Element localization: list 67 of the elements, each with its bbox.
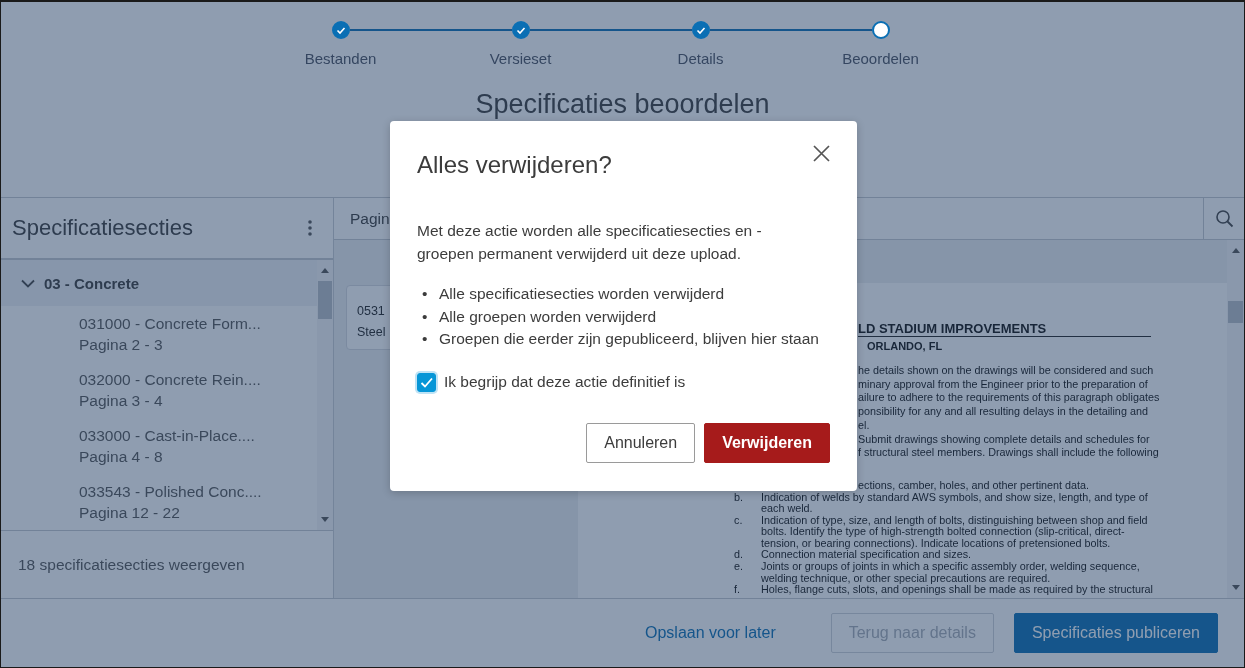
step-label: Beoordelen <box>842 50 919 67</box>
document-text: welding technique, or other special precautions are required. <box>761 572 1051 585</box>
document-subheading: ORLANDO, FL <box>867 340 944 352</box>
document-text: ponsibility for any and all resulting delays in the detailing and <box>858 405 1148 419</box>
publish-button[interactable]: Specificaties publiceren <box>1013 613 1218 653</box>
list-marker: e. <box>734 561 744 573</box>
close-icon <box>813 145 830 162</box>
step-label: Versieset <box>489 50 552 67</box>
document-text: tension, or bearing connections). Indicate locations of pretensioned bolts. <box>761 537 1111 550</box>
dialog-title: Alles verwijderen? <box>417 151 612 179</box>
search-icon <box>1214 209 1234 228</box>
document-text: Joints or groups of joints in which a specific assembly order, welding sequence, <box>761 561 1140 573</box>
list-marker: f. <box>734 584 741 596</box>
cancel-button[interactable]: Annuleren <box>586 422 696 463</box>
document-text: Connection material specification and sizes. <box>761 549 972 562</box>
bullet-marker: • <box>422 284 429 304</box>
document-text: ailure to adhere to the requirements of this paragraph obligates <box>858 391 1160 406</box>
check-icon <box>515 25 526 35</box>
document-text: f structural steel members. Drawings shall include the following <box>858 446 1159 460</box>
page-filter-label: Pagin <box>350 209 390 228</box>
bullet-text: Alle groepen worden verwijderd <box>439 306 657 327</box>
check-icon <box>335 25 346 35</box>
section-title[interactable]: 031000 - Concrete Form... <box>79 313 317 334</box>
list-marker: c. <box>734 514 744 527</box>
section-title[interactable]: 033543 - Polished Conc.... <box>79 481 317 502</box>
step-label: Details <box>677 50 724 67</box>
dialog-message: Met deze actie worden alle specificatiesecties en - groepen permanent verwijderd uit deze upload. <box>417 221 763 264</box>
more-options-icon[interactable] <box>307 219 313 237</box>
step-label: Bestanden <box>304 50 377 67</box>
document-text: Indication of welds by standard AWS symbols, and show size, length, and type of <box>761 491 1148 504</box>
checkbox-label[interactable]: Ik begrijp dat deze actie definitief is <box>444 373 686 391</box>
chevron-icon[interactable] <box>21 278 35 288</box>
section-title[interactable]: 033000 - Cast-in-Place.... <box>79 425 317 446</box>
section-pages: Pagina 3 - 4 <box>79 391 164 411</box>
document-text: el. <box>858 418 870 433</box>
checkbox[interactable] <box>417 372 436 392</box>
scrollbar[interactable] <box>1227 240 1244 598</box>
section-name: Steel <box>357 324 386 341</box>
bullet-marker: • <box>422 306 429 327</box>
document-text: each weld. <box>761 503 813 515</box>
document-text: bolts. Identify the type of high-strength bolted connection (slip-critical, direct- <box>761 526 1125 538</box>
section-pages: Pagina 4 - 8 <box>79 447 164 467</box>
tree-group-row[interactable]: 03 - Concrete <box>1 260 317 306</box>
bullet-text: Groepen die eerder zijn gepubliceerd, blijven hier staan <box>439 329 819 349</box>
document-text: Indication of type, size, and length of bolts, distinguishing between shop and field <box>761 514 1148 527</box>
delete-button[interactable]: Verwijderen <box>704 422 830 463</box>
scrollbar[interactable] <box>317 260 333 530</box>
list-marker: d. <box>734 549 744 562</box>
document-text: minary approval from the Engineer prior to the preparation of <box>858 377 1148 392</box>
save-for-later-link[interactable]: Opslaan voor later <box>628 613 793 653</box>
bullet-text: Alle specificatiesecties worden verwijderd <box>439 284 725 304</box>
document-text: ections, camber, holes, and other pertinent data. <box>858 479 1090 492</box>
bullet-marker: • <box>422 329 429 349</box>
section-title[interactable]: 032000 - Concrete Rein.... <box>79 369 317 390</box>
check-icon <box>695 25 706 35</box>
page-title: Specificaties beoordelen <box>475 89 770 119</box>
document-text: Holes, flange cuts, slots, and openings shall be made as required by the structural <box>761 584 1153 596</box>
list-marker: b. <box>734 491 744 504</box>
document-text: Submit drawings showing complete details and schedules for <box>858 432 1150 447</box>
section-pages: Pagina 12 - 22 <box>79 503 181 523</box>
document-heading: LD STADIUM IMPROVEMENTS <box>858 321 1151 337</box>
section-pages: Pagina 2 - 3 <box>79 335 164 355</box>
section-code: 0531 <box>357 303 385 320</box>
document-text: he details shown on the drawings will be considered and such <box>858 364 1154 378</box>
panel-title: Specificatiesecties <box>12 215 193 241</box>
tree-group-label: 03 - Concrete <box>44 274 140 292</box>
check-icon <box>420 376 433 388</box>
